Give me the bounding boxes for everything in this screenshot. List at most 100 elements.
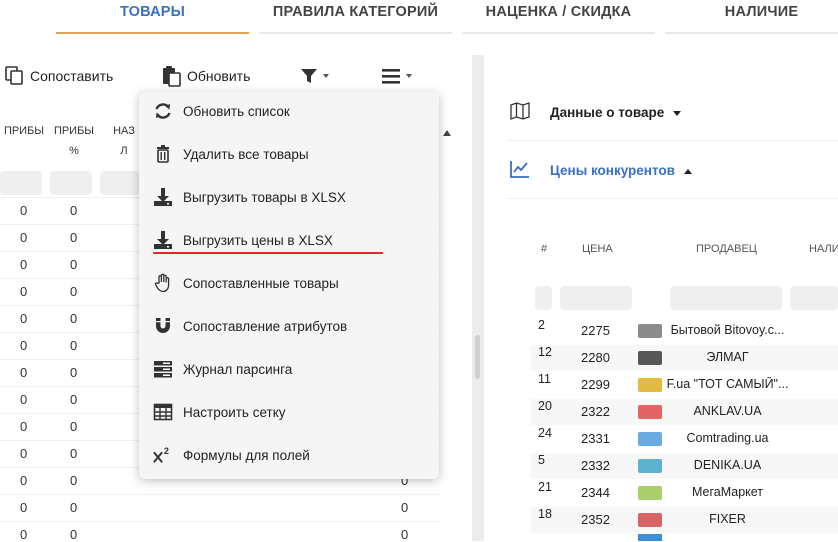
magnet-icon: [153, 316, 173, 336]
column-header-seller[interactable]: ПРОДАВЕЦ: [696, 243, 757, 255]
tab-category-rules[interactable]: ПРАВИЛА КАТЕГОРИЙ: [259, 0, 452, 34]
filter-name[interactable]: [100, 171, 140, 195]
row-price: 2352: [581, 512, 610, 527]
table-row[interactable]: 24 2331 Comtrading.ua: [531, 426, 838, 452]
menu-item-field-formulas[interactable]: 2 Формулы для полей: [153, 440, 433, 470]
seller-logo: [638, 534, 662, 541]
filter-num[interactable]: [535, 286, 552, 310]
menu-item-configure-grid[interactable]: Настроить сетку: [153, 397, 433, 427]
zero-cell-profit-percent: 0: [70, 230, 78, 245]
column-header-profit-percent[interactable]: ПРИБЫ %: [49, 121, 99, 161]
filter-price[interactable]: [560, 286, 632, 310]
filter-button[interactable]: [300, 62, 330, 90]
menu-item-attribute-matching[interactable]: Сопоставление атрибутов: [153, 311, 433, 341]
table-row[interactable]: 12 2280 ЭЛМАГ: [531, 345, 838, 371]
row-seller[interactable]: ANKLAV.UA: [665, 404, 790, 418]
row-number: 11: [538, 372, 551, 386]
zero-cell-profit: 0: [20, 500, 28, 515]
tab-availability[interactable]: НАЛИЧИЕ: [665, 0, 838, 34]
menu-item-matched-products[interactable]: Сопоставленные товары: [153, 268, 433, 298]
menu-item-label: Выгрузить цены в XLSX: [183, 232, 333, 248]
highlight-underline: [153, 252, 383, 254]
section-divider: [508, 140, 838, 141]
tab-products[interactable]: ТОВАРЫ: [56, 0, 249, 34]
menu-item-parsing-log[interactable]: Журнал парсинга: [153, 354, 433, 384]
zero-cell-profit: 0: [20, 284, 28, 299]
hamburger-icon: [381, 67, 401, 85]
menu-item-delete-all-products[interactable]: Удалить все товары: [153, 139, 433, 169]
zero-cell-profit-percent: 0: [70, 473, 78, 488]
row-number: 21: [538, 480, 552, 494]
column-header-price[interactable]: ЦЕНА: [582, 243, 613, 255]
compare-button[interactable]: Сопоставить: [4, 62, 113, 90]
zero-cell-profit-percent: 0: [70, 203, 78, 218]
table-row[interactable]: 21 2344 МегаМаркет: [531, 480, 838, 506]
filter-profit-percent[interactable]: [50, 171, 92, 195]
product-data-section-toggle[interactable]: Данные о товаре: [510, 102, 682, 123]
menu-item-label: Обновить список: [183, 103, 290, 119]
filter-seller[interactable]: [670, 286, 782, 310]
row-number: 2: [538, 318, 545, 332]
row-number: 12: [538, 345, 552, 359]
zero-cell-profit-percent: 0: [70, 257, 78, 272]
table-row[interactable]: 5 2332 DENIKA.UA: [531, 453, 838, 479]
column-header-availability[interactable]: НАЛИ: [809, 243, 838, 255]
menu-item-label: Удалить все товары: [183, 146, 309, 162]
trash-icon: [153, 144, 173, 164]
menu-item-export-products-xlsx[interactable]: Выгрузить товары в XLSX: [153, 182, 433, 212]
zero-cell-profit: 0: [20, 446, 28, 461]
competitor-prices-section-toggle[interactable]: Цены конкурентов: [510, 160, 693, 181]
table-row[interactable]: 18 2352 FIXER: [531, 507, 838, 533]
refresh-icon: [153, 101, 173, 121]
splitter-grip[interactable]: [475, 335, 480, 379]
column-header-num[interactable]: #: [541, 243, 547, 255]
tab-markup-discount-underline: [462, 32, 655, 34]
zero-cell-profit: 0: [20, 392, 28, 407]
table-row[interactable]: [531, 534, 838, 541]
row-divider: [0, 521, 440, 522]
menu-item-export-prices-xlsx[interactable]: Выгрузить цены в XLSX: [153, 225, 433, 255]
menu-item-label: Формулы для полей: [183, 447, 310, 463]
menu-item-refresh-list[interactable]: Обновить список: [153, 96, 433, 126]
menu-item-label: Журнал парсинга: [183, 361, 293, 377]
column-header-profit[interactable]: ПРИБЫ: [0, 121, 48, 141]
seller-logo: [638, 459, 662, 473]
menu-item-label: Сопоставленные товары: [183, 275, 339, 291]
row-price: 2299: [581, 377, 610, 392]
table-row[interactable]: 11 2299 F.ua "ТОТ САМЫЙ"...: [531, 372, 838, 398]
zero-cell-profit: 0: [20, 527, 28, 542]
top-tabs: ТОВАРЫ ПРАВИЛА КАТЕГОРИЙ НАЦЕНКА / СКИДК…: [0, 0, 838, 36]
row-seller[interactable]: DENIKA.UA: [665, 458, 790, 472]
zero-cell-right: 0: [401, 527, 409, 542]
competitor-prices-label: Цены конкурентов: [550, 163, 675, 178]
filter-profit[interactable]: [0, 171, 42, 195]
column-header-name[interactable]: НАЗ Л: [104, 121, 144, 161]
zero-cell-profit: 0: [20, 203, 28, 218]
chevron-down-icon: [322, 72, 330, 80]
update-button-label: Обновить: [187, 68, 251, 84]
table-row[interactable]: 2 2275 Бытовой Bitovoy.c...: [531, 318, 838, 344]
row-seller[interactable]: МегаМаркет: [665, 485, 790, 499]
table-row[interactable]: 20 2322 ANKLAV.UA: [531, 399, 838, 425]
caret-down-icon: [672, 105, 682, 120]
filter-availability[interactable]: [790, 286, 838, 310]
update-button[interactable]: Обновить: [161, 62, 250, 90]
sort-up-icon[interactable]: [442, 124, 452, 142]
row-seller[interactable]: F.ua "ТОТ САМЫЙ"...: [665, 377, 790, 391]
panel-splitter[interactable]: [472, 55, 484, 541]
row-price: 2344: [581, 485, 610, 500]
zero-cell-profit-percent: 0: [70, 365, 78, 380]
row-seller[interactable]: ЭЛМАГ: [665, 350, 790, 364]
seller-logo: [638, 513, 662, 527]
zero-cell-profit-percent: 0: [70, 311, 78, 326]
section-divider: [508, 198, 838, 199]
row-seller[interactable]: FIXER: [665, 512, 790, 526]
row-number: 5: [538, 453, 545, 467]
menu-item-label: Выгрузить товары в XLSX: [183, 189, 346, 205]
tab-markup-discount[interactable]: НАЦЕНКА / СКИДКА: [462, 0, 655, 34]
table-icon: [153, 402, 173, 422]
menu-button[interactable]: [381, 62, 413, 90]
row-seller[interactable]: Бытовой Bitovoy.c...: [665, 323, 790, 337]
copy-icon: [4, 65, 26, 87]
row-seller[interactable]: Comtrading.ua: [665, 431, 790, 445]
